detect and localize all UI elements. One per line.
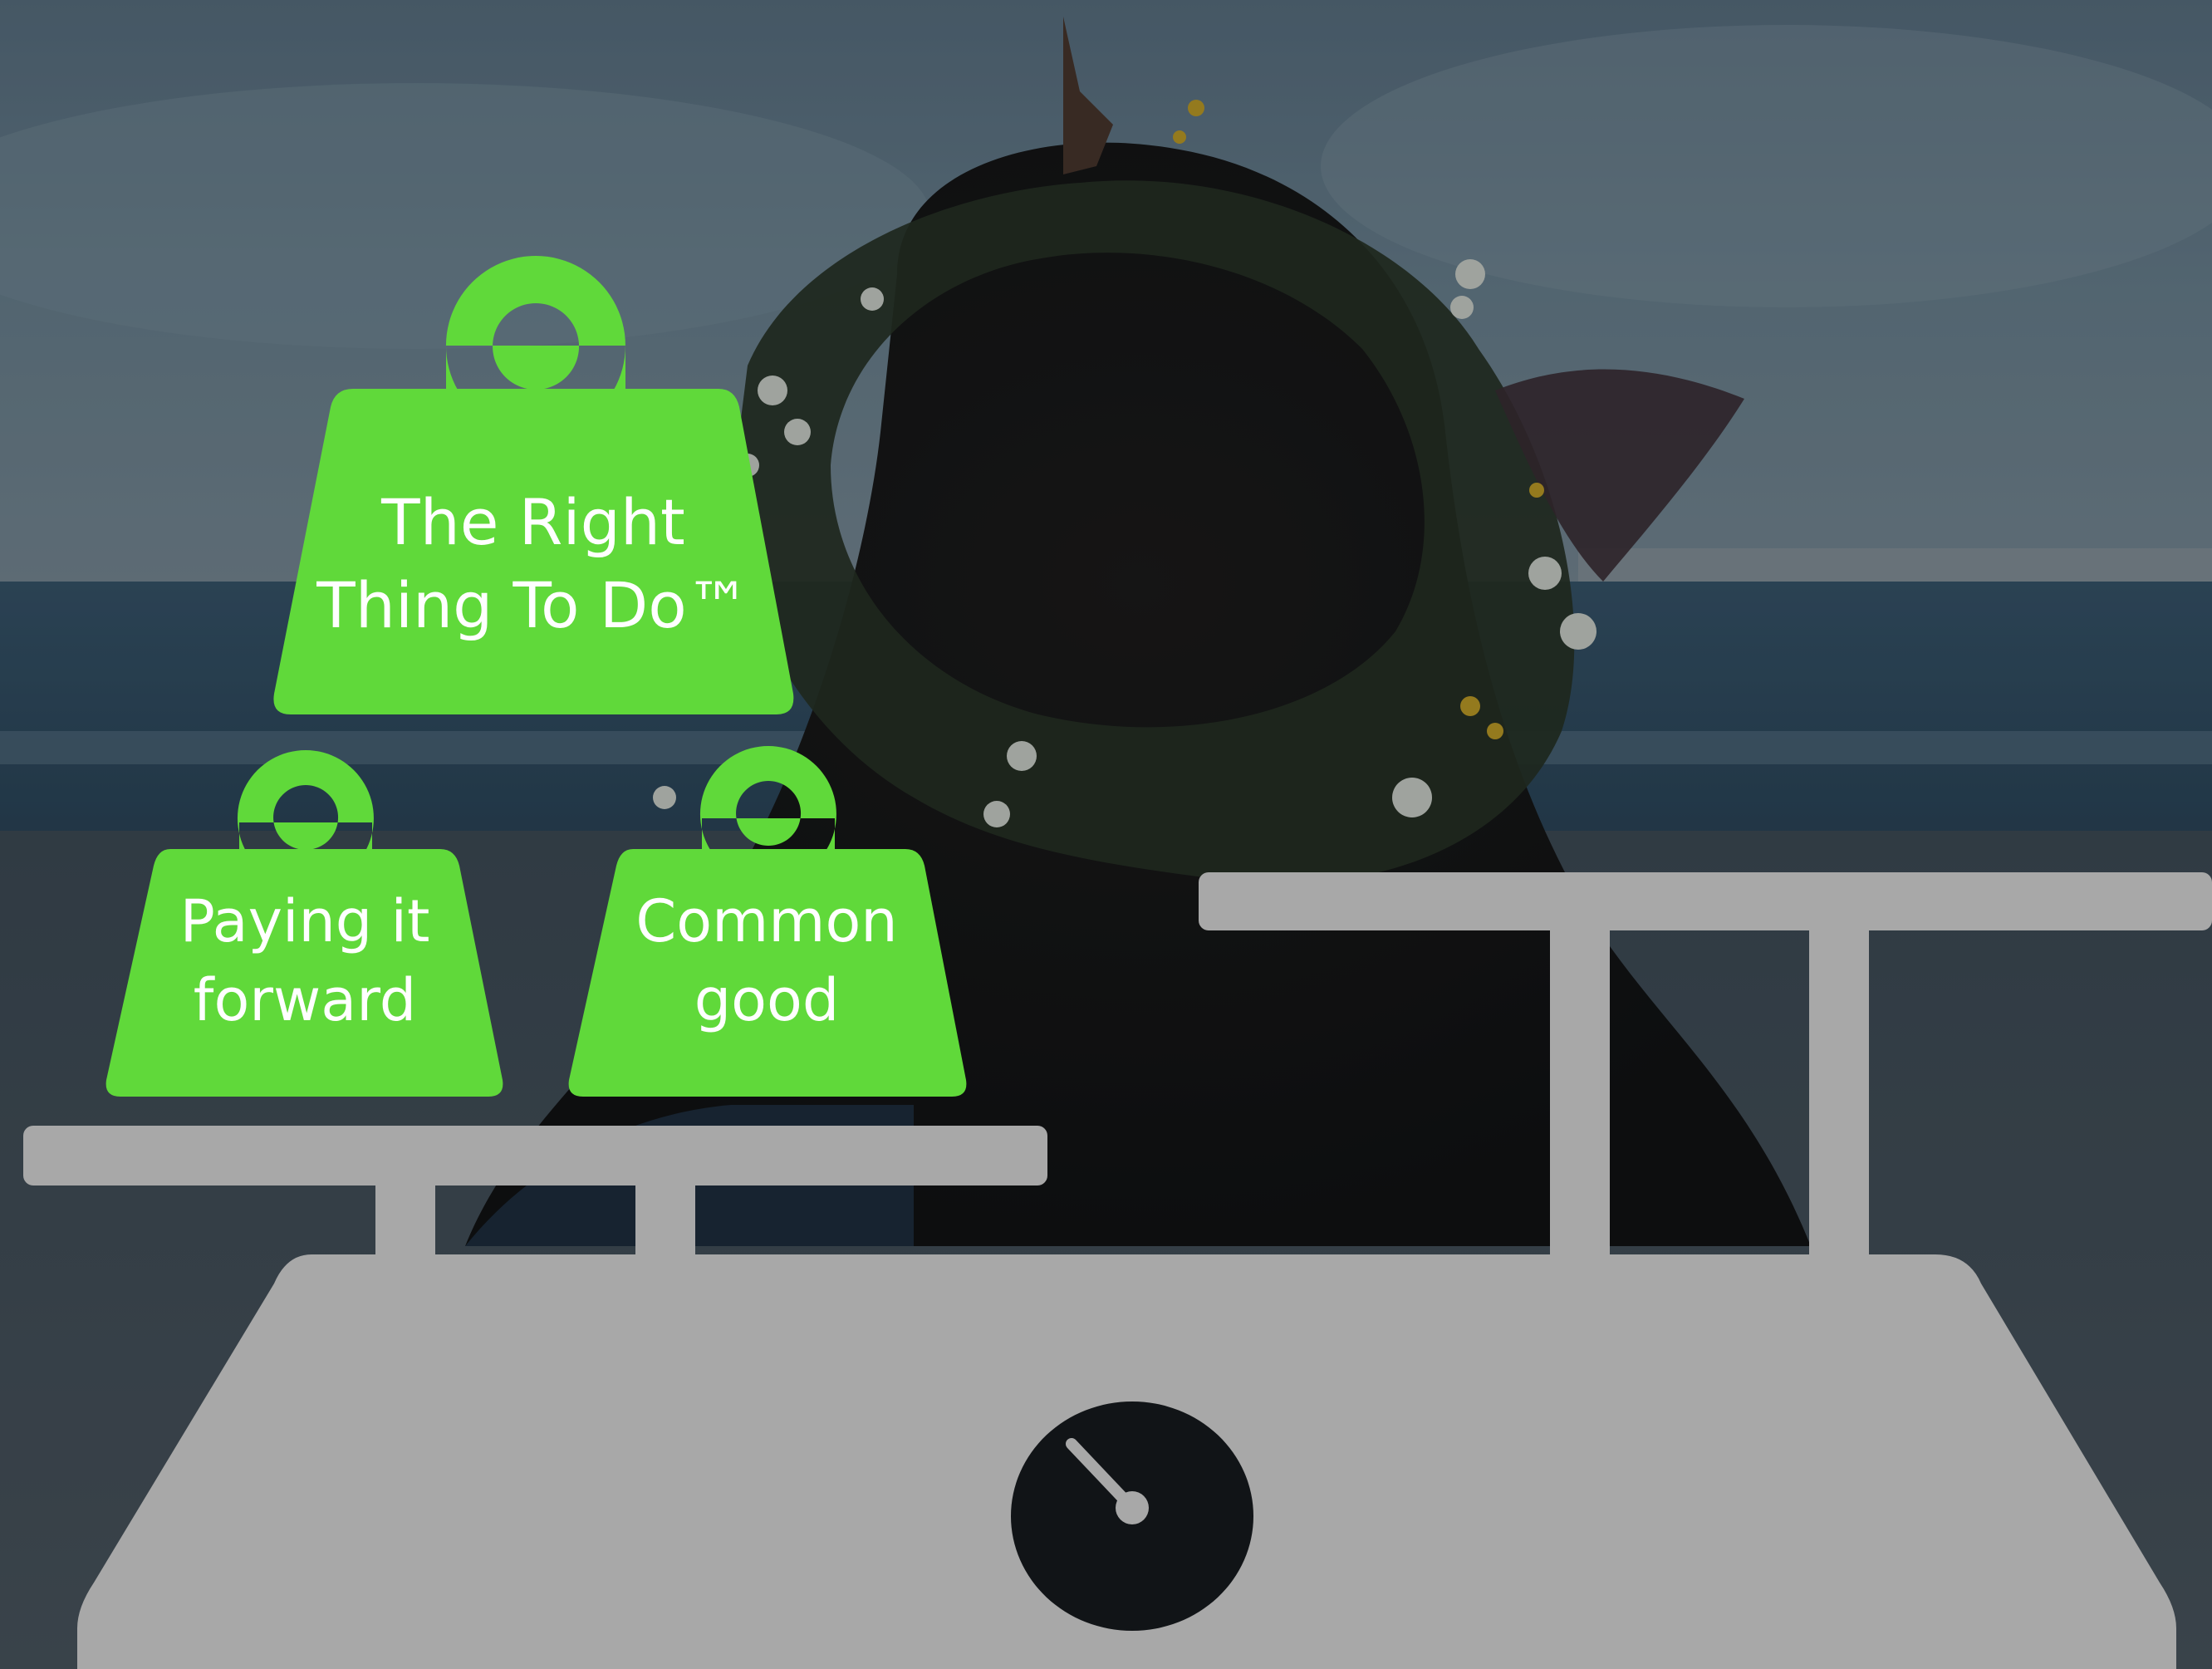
weight-big-label-line2: Thing To Do™	[316, 568, 749, 642]
right-post-inner	[1809, 930, 1869, 1263]
weight-left-label-line1: Paying it	[180, 887, 430, 955]
dial-hub	[1116, 1491, 1149, 1524]
gauge-dial	[1011, 1401, 1253, 1631]
right-post-outer	[1550, 930, 1610, 1263]
left-platform	[23, 1126, 1047, 1185]
weight-big-label-line1: The Right	[380, 485, 685, 559]
weight-left-label-line2: forward	[194, 966, 416, 1034]
scale-illustration: The Right Thing To Do™ Paying it forward…	[0, 0, 2212, 1669]
graphic-canvas: The Right Thing To Do™ Paying it forward…	[0, 0, 2212, 1669]
right-platform	[1199, 872, 2212, 930]
weight-right-label-line2: good	[694, 966, 840, 1034]
weight-right-label-line1: Common	[635, 887, 897, 955]
